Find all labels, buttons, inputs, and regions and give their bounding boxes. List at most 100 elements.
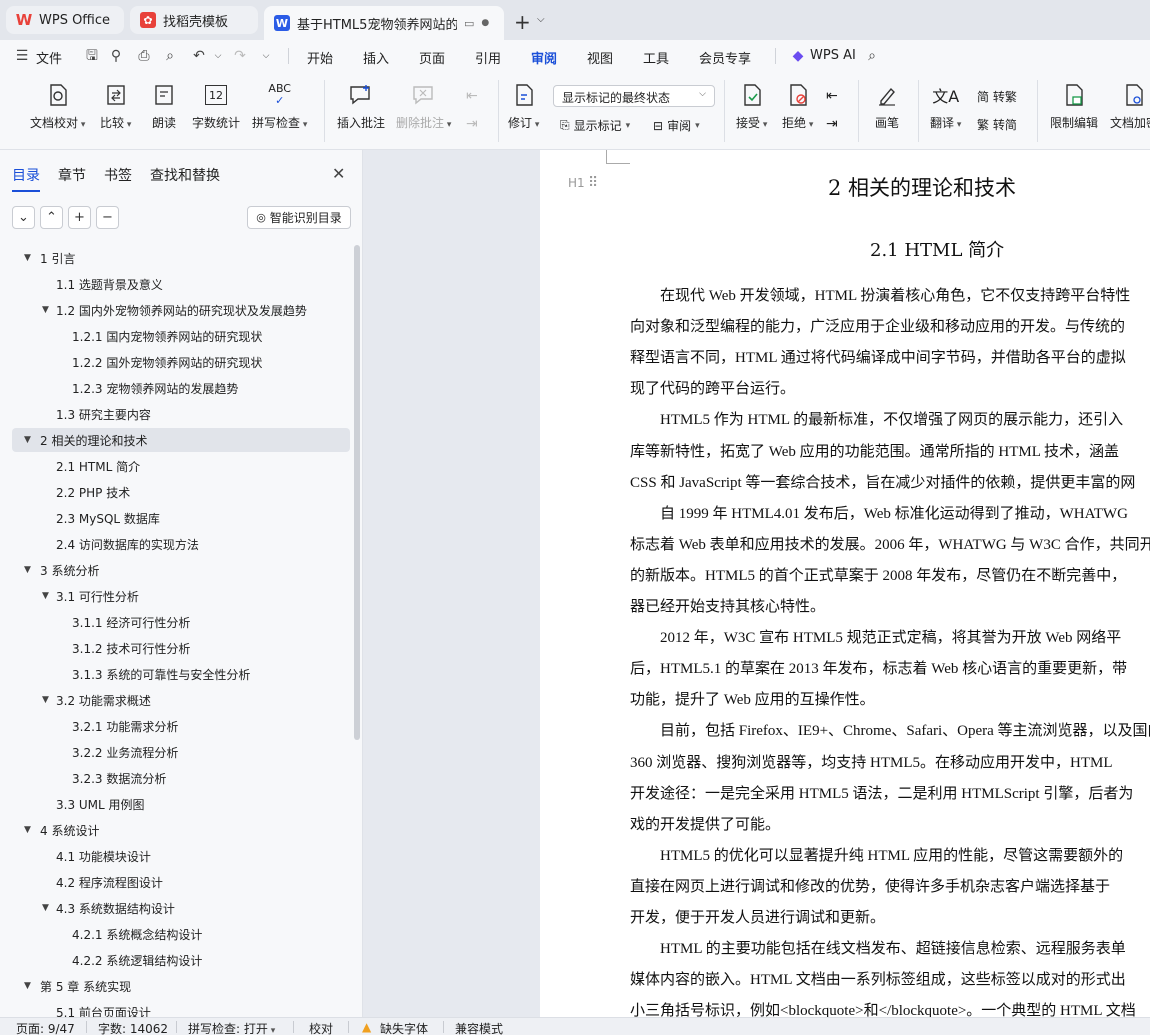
menu-insert[interactable]: 插入 [363,48,389,67]
tab-list-chevron-icon[interactable]: ⌵ [537,14,545,25]
toc-item[interactable]: 3.2.1 功能需求分析 [12,714,350,738]
menu-view[interactable]: 视图 [587,48,613,67]
tab-document[interactable]: W 基于HTML5宠物领养网站的设 ▭ ● [264,6,504,40]
toc-item[interactable]: ▼ 3.2 功能需求概述 [12,688,350,712]
tab-template[interactable]: ✿ 找稻壳模板 [130,6,258,34]
undo-dropdown-icon[interactable]: ⌵ [210,48,226,64]
panel-tab-chapter[interactable]: 章节 [58,165,86,185]
to-traditional-button[interactable]: 简 转繁 [977,88,1017,105]
show-markup-button[interactable]: ⎘ 显示标记 ▾ [560,117,630,134]
delete-comment-button[interactable]: 删除批注 ▾ [396,82,451,131]
redo-icon[interactable]: ↷ [232,48,248,64]
insert-comment-button[interactable]: 插入批注 [337,82,385,131]
word-count-indicator[interactable]: 字数: 14062 [98,1020,168,1035]
search-icon[interactable]: ⌕ [864,48,880,64]
wps-ai-icon[interactable]: ◆ [790,48,806,64]
toc-item[interactable]: 3.1.1 经济可行性分析 [12,610,350,634]
expand-arrow-icon[interactable]: ▼ [24,981,31,991]
prev-change-icon[interactable]: ⇤ [826,88,838,104]
expand-arrow-icon[interactable]: ▼ [24,253,31,263]
toc-item[interactable]: ▼ 4.3 系统数据结构设计 [12,896,350,920]
toc-item[interactable]: ▼ 1.2 国内外宠物领养网站的研究现状及发展趋势 [12,298,350,322]
toc-item[interactable]: 2.2 PHP 技术 [12,480,350,504]
toc-item[interactable]: 1.2.1 国内宠物领养网站的研究现状 [12,324,350,348]
panel-scrollbar[interactable] [354,245,360,740]
toc-item[interactable]: 3.1.3 系统的可靠性与安全性分析 [12,662,350,686]
undo-icon[interactable]: ↶ [191,48,207,64]
new-tab-plus-icon[interactable]: + [514,10,531,34]
toc-item[interactable]: 1.3 研究主要内容 [12,402,350,426]
toc-item[interactable]: 5.1 前台页面设计 [12,1000,350,1018]
reject-button[interactable]: 拒绝 ▾ [782,82,813,131]
toc-item[interactable]: 1.1 选题背景及意义 [12,272,350,296]
remove-heading-button[interactable]: − [96,206,119,229]
word-count-button[interactable]: 12 字数统计 [192,82,240,131]
translate-button[interactable]: 文A 翻译 ▾ [930,82,961,131]
toc-item[interactable]: 4.2.2 系统逻辑结构设计 [12,948,350,972]
tab-close-dot-icon[interactable]: ● [481,18,489,28]
move-up-button[interactable]: ⌃ [40,206,63,229]
toc-item[interactable]: 4.1 功能模块设计 [12,844,350,868]
expand-arrow-icon[interactable]: ▼ [24,565,31,575]
print-icon[interactable]: ⎙ [136,48,152,64]
pen-button[interactable]: 画笔 [874,82,900,131]
doc-encrypt-button[interactable]: 文档加密 [1110,82,1150,131]
toc-item[interactable]: 3.2.3 数据流分析 [12,766,350,790]
tab-wps-office[interactable]: W WPS Office [6,6,124,34]
toc-item[interactable]: ▼ 4 系统设计 [12,818,350,842]
toc-item[interactable]: 2.3 MySQL 数据库 [12,506,350,530]
menu-tools[interactable]: 工具 [643,48,669,67]
revise-button[interactable]: 修订 ▾ [508,82,539,131]
toc-item[interactable]: ▼ 第 5 章 系统实现 [12,974,350,998]
accept-button[interactable]: 接受 ▾ [736,82,767,131]
hamburger-icon[interactable]: ☰ [14,48,30,64]
expand-arrow-icon[interactable]: ▼ [24,435,31,445]
drag-handle-icon[interactable]: ⠿ [588,175,598,191]
screen-icon[interactable]: ▭ [464,17,474,30]
review-pane-button[interactable]: ⊟ 审阅 ▾ [653,117,700,134]
read-aloud-button[interactable]: 朗读 [151,82,177,131]
toc-item[interactable]: 3.2.2 业务流程分析 [12,740,350,764]
next-comment-icon[interactable]: ⇥ [466,116,478,132]
spell-check-status[interactable]: 拼写检查: 打开 ▾ [188,1020,275,1035]
page-indicator[interactable]: 页面: 9/47 [16,1020,75,1035]
to-simplified-button[interactable]: 繁 转简 [977,116,1017,133]
toc-item[interactable]: 1.2.2 国外宠物领养网站的研究现状 [12,350,350,374]
prev-comment-icon[interactable]: ⇤ [466,88,478,104]
expand-arrow-icon[interactable]: ▼ [42,695,49,705]
menu-start[interactable]: 开始 [307,48,333,67]
missing-font-status[interactable]: 缺失字体 [380,1020,428,1035]
panel-tab-toc[interactable]: 目录 [12,165,40,192]
toc-item[interactable]: 1.2.3 宠物领养网站的发展趋势 [12,376,350,400]
menu-member[interactable]: 会员专享 [699,48,751,67]
doc-check-button[interactable]: 文档校对 ▾ [30,82,85,131]
toc-item[interactable]: ▼ 3.1 可行性分析 [12,584,350,608]
save-icon[interactable]: 🖫 [84,48,100,64]
next-change-icon[interactable]: ⇥ [826,116,838,132]
smart-toc-button[interactable]: ◎ 智能识别目录 [247,206,351,229]
restrict-edit-button[interactable]: 限制编辑 [1050,82,1098,131]
add-heading-button[interactable]: + [68,206,91,229]
toc-item[interactable]: 3.1.2 技术可行性分析 [12,636,350,660]
toc-item[interactable]: 2.1 HTML 简介 [12,454,350,478]
proof-status[interactable]: 校对 [309,1020,333,1035]
document-page[interactable]: H1 ⠿ 2 相关的理论和技术 2.1 HTML 简介 在现代 Web 开发领域… [540,150,1150,1017]
expand-arrow-icon[interactable]: ▼ [42,305,49,315]
share-icon[interactable]: ⚲ [108,48,124,64]
print-preview-icon[interactable]: ⌕ [162,48,178,64]
toc-item[interactable]: 4.2.1 系统概念结构设计 [12,922,350,946]
menu-file[interactable]: 文件 [36,48,62,67]
toc-item[interactable]: ▼ 1 引言 [12,246,350,270]
spell-check-button[interactable]: ABC ✓ 拼写检查 ▾ [252,82,307,131]
expand-arrow-icon[interactable]: ▼ [42,903,49,913]
toc-item[interactable]: ▼ 2 相关的理论和技术 [12,428,350,452]
collapse-all-button[interactable]: ⌄ [12,206,35,229]
toc-item[interactable]: ▼ 3 系统分析 [12,558,350,582]
expand-arrow-icon[interactable]: ▼ [42,591,49,601]
compare-button[interactable]: 比较 ▾ [100,82,131,131]
panel-tab-bookmark[interactable]: 书签 [104,165,132,185]
panel-tab-find-replace[interactable]: 查找和替换 [150,165,220,185]
markup-select[interactable]: 显示标记的最终状态 ⌵ [553,85,715,107]
menu-reference[interactable]: 引用 [475,48,501,67]
menu-review[interactable]: 审阅 [531,48,557,74]
